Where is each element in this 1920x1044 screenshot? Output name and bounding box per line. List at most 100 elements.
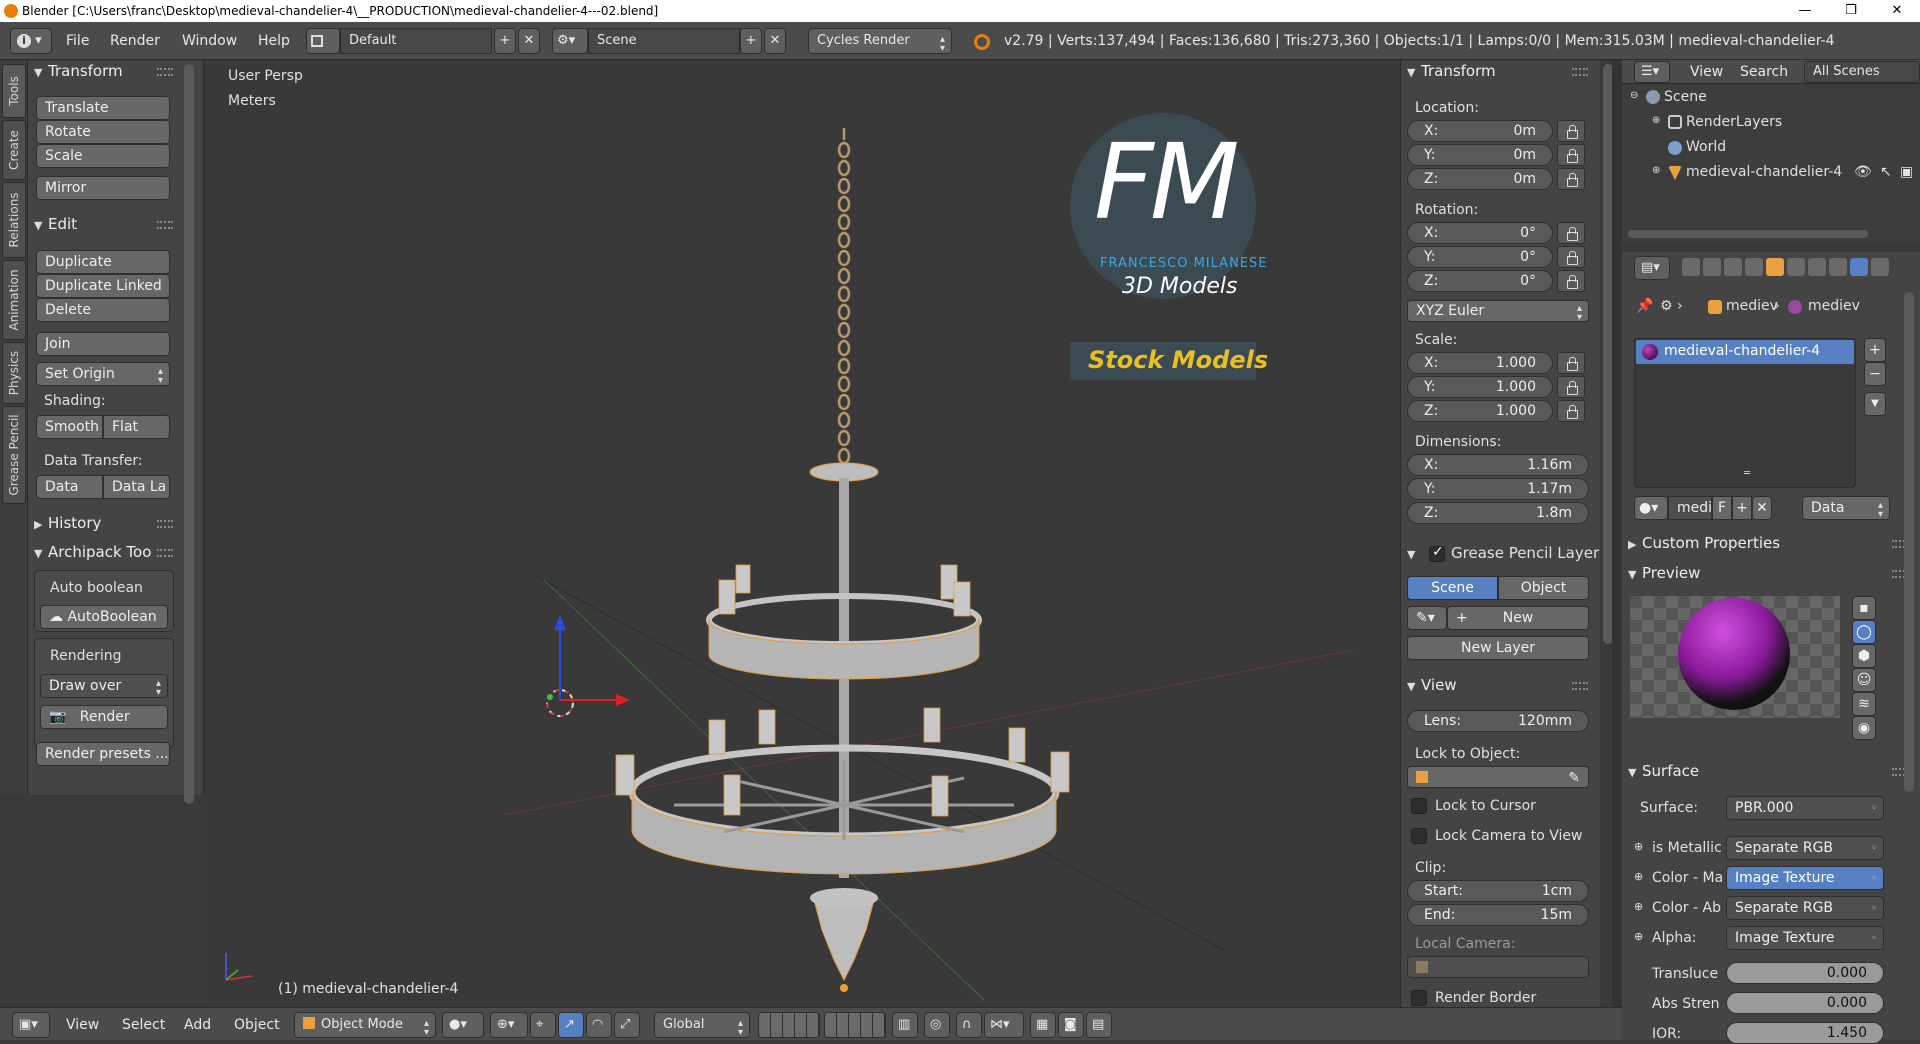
dimension-x-field[interactable]: X: 1.16m <box>1407 454 1589 476</box>
material-link-select[interactable]: Data ▴ ▾ <box>1802 496 1890 520</box>
translate-button[interactable]: Translate <box>36 96 170 120</box>
rotation-x-field[interactable]: X: 0° <box>1407 222 1553 244</box>
view-panel-header[interactable]: ▼ View <box>1407 674 1457 696</box>
selectability-cursor-icon[interactable]: ↖ <box>1880 164 1892 180</box>
gp-new-button[interactable]: + New <box>1447 606 1589 630</box>
clip-start-field[interactable]: Start: 1cm <box>1407 880 1589 902</box>
maximize-button[interactable]: ❐ <box>1828 0 1874 22</box>
tab-grease-pencil[interactable]: Grease Pencil <box>2 406 26 504</box>
lock-layers-button[interactable]: ▥ <box>892 1012 918 1038</box>
preview-header[interactable]: ▼ Preview <box>1628 562 1700 584</box>
edit-panel-header[interactable]: ▼ Edit <box>34 213 77 235</box>
menu-render[interactable]: Render <box>110 28 160 54</box>
add-material-slot-button[interactable]: + <box>1864 338 1886 362</box>
location-y-field[interactable]: Y: 0m <box>1407 144 1553 166</box>
panel-grip-icon[interactable] <box>157 68 173 76</box>
transluce-slider[interactable]: 0.000 <box>1726 962 1884 984</box>
preview-cube-button[interactable]: ⬢ <box>1852 644 1876 668</box>
lock-rotation-x-icon[interactable] <box>1557 222 1585 244</box>
render-presets-button[interactable]: Render presets ... <box>36 742 170 766</box>
constraints-tab-icon[interactable] <box>1787 258 1805 276</box>
grease-pencil-layer-header[interactable]: ▼ <box>1407 542 1421 564</box>
menu-window[interactable]: Window <box>182 28 237 54</box>
outliner-item-scene[interactable]: Scene <box>1664 89 1707 105</box>
outliner-item-chandelier[interactable]: medieval-chandelier-4 <box>1686 164 1842 180</box>
rotate-button[interactable]: Rotate <box>36 120 170 144</box>
outliner-scrollbar-h[interactable] <box>1628 230 1868 238</box>
tab-tools[interactable]: Tools <box>2 64 26 118</box>
minimize-button[interactable]: — <box>1782 0 1828 22</box>
menu-object[interactable]: Object <box>234 1012 280 1038</box>
outliner-view-menu[interactable]: View <box>1690 60 1723 84</box>
menu-select[interactable]: Select <box>122 1012 165 1038</box>
custom-properties-header[interactable]: ▶ Custom Properties <box>1628 532 1780 554</box>
tab-relations[interactable]: Relations <box>2 182 26 258</box>
gp-new-layer-button[interactable]: New Layer <box>1407 636 1589 660</box>
opengl-render-clip-button[interactable]: ▤ <box>1086 1012 1112 1038</box>
translate-manipulator-button[interactable]: ↗ <box>558 1012 584 1038</box>
input-alpha-select[interactable]: Image Texture ◦ <box>1726 926 1884 950</box>
manipulator-toggle[interactable]: ⌖ <box>530 1012 556 1038</box>
ior-slider[interactable]: 1.450 <box>1726 1022 1884 1044</box>
gp-scene-button[interactable]: Scene <box>1407 576 1498 600</box>
lock-location-z-icon[interactable] <box>1557 168 1585 190</box>
abs-stren-slider[interactable]: 0.000 <box>1726 992 1884 1014</box>
props-scrollbar[interactable] <box>1904 292 1914 792</box>
menu-help[interactable]: Help <box>258 28 290 54</box>
toolshelf-scrollbar[interactable] <box>184 64 194 804</box>
pin-icon[interactable]: 📌 <box>1636 298 1653 314</box>
lock-location-y-icon[interactable] <box>1557 144 1585 166</box>
panel-grip-icon[interactable] <box>157 221 173 229</box>
preview-world-button[interactable]: ◉ <box>1852 716 1876 740</box>
renderability-camera-icon[interactable]: ▣ <box>1900 164 1913 180</box>
fake-user-button[interactable]: F <box>1712 496 1732 520</box>
proportional-edit-button[interactable]: ◎ <box>924 1012 950 1038</box>
screen-layout-icon-button[interactable] <box>306 28 340 54</box>
outliner-expand-icon[interactable]: ⊕ <box>1652 165 1660 176</box>
scale-manipulator-button[interactable]: ⤢ <box>614 1012 640 1038</box>
scene-tab-icon[interactable] <box>1724 258 1742 276</box>
outliner-search-menu[interactable]: Search <box>1740 60 1788 84</box>
panel-grip-icon[interactable] <box>1572 682 1588 690</box>
viewport-shading-select[interactable]: ●▾ <box>442 1012 484 1038</box>
duplicate-button[interactable]: Duplicate <box>36 250 170 274</box>
visibility-eye-icon[interactable]: 👁 <box>1854 164 1872 180</box>
delete-button[interactable]: Delete <box>36 298 170 322</box>
snap-toggle-button[interactable]: ∩ <box>956 1012 982 1038</box>
3d-view-editor-type-button[interactable]: ▣▾ <box>12 1012 50 1038</box>
outliner-expand-icon[interactable]: ⊕ <box>1652 115 1660 126</box>
menu-add[interactable]: Add <box>184 1012 211 1038</box>
material-tab-icon[interactable] <box>1850 258 1868 276</box>
data-transfer-button[interactable]: Data <box>36 475 103 499</box>
props-editor-type-button[interactable]: ▤▾ <box>1634 256 1670 280</box>
preview-hair-button[interactable]: ≋ <box>1852 692 1876 716</box>
set-origin-select[interactable]: Set Origin ▴ ▾ <box>36 362 170 386</box>
data-layers-button[interactable]: Data La <box>103 475 170 499</box>
rotation-mode-select[interactable]: XYZ Euler ▴ ▾ <box>1407 300 1589 322</box>
rotation-y-field[interactable]: Y: 0° <box>1407 246 1553 268</box>
preview-monkey-button[interactable]: ☺ <box>1852 668 1876 692</box>
snap-element-select[interactable]: ⋈▾ <box>984 1012 1024 1038</box>
gp-pencil-select[interactable]: ✎▾ <box>1407 606 1447 630</box>
modifiers-tab-icon[interactable] <box>1808 258 1826 276</box>
location-z-field[interactable]: Z: 0m <box>1407 168 1553 190</box>
lock-camera-checkbox[interactable] <box>1411 828 1427 844</box>
3d-viewport[interactable]: User Persp Meters FM FRANCESCO MILANESE … <box>204 60 1400 1007</box>
render-border-checkbox[interactable] <box>1411 990 1427 1006</box>
close-button[interactable]: ✕ <box>1874 0 1920 22</box>
interaction-mode-select[interactable]: Object Mode ▴ ▾ <box>294 1012 436 1038</box>
gp-object-button[interactable]: Object <box>1498 576 1589 600</box>
lock-rotation-y-icon[interactable] <box>1557 246 1585 268</box>
input-link-icon[interactable]: ⊕ <box>1634 930 1643 943</box>
list-resize-grip[interactable]: ═ <box>1744 468 1750 479</box>
material-specials-button[interactable]: ▼ <box>1864 392 1886 416</box>
flat-shading-button[interactable]: Flat <box>103 415 170 439</box>
remove-material-slot-button[interactable]: − <box>1864 362 1886 386</box>
grease-pencil-layer-checkbox[interactable] <box>1429 544 1445 562</box>
panel-grip-icon[interactable] <box>157 549 173 557</box>
material-browse-button[interactable]: ●▾ <box>1634 496 1668 520</box>
local-camera-field[interactable] <box>1407 956 1589 978</box>
new-material-button[interactable]: + <box>1732 496 1752 520</box>
tab-animation[interactable]: Animation <box>2 260 26 340</box>
scale-button[interactable]: Scale <box>36 144 170 168</box>
